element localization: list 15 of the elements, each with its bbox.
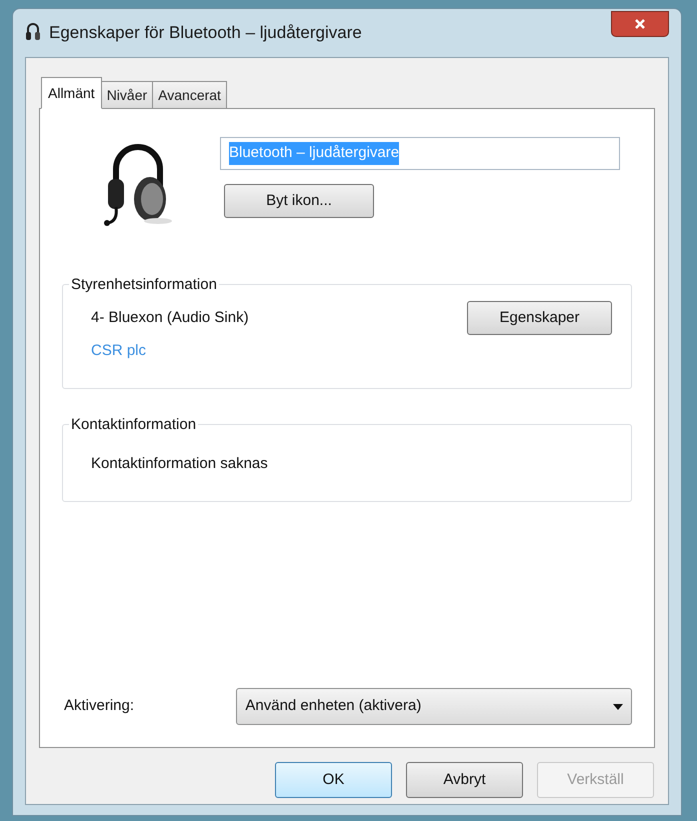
tab[interactable]: Avancerat [152,81,227,108]
close-button[interactable] [611,11,669,37]
caret-icon [613,704,623,710]
tab[interactable]: Allmänt [41,77,102,109]
window-title: Egenskaper för Bluetooth – ljudåtergivare [49,22,363,44]
activation-label: Aktivering: [63,696,136,716]
activation-dropdown[interactable]: Använd enheten (aktivera) [236,688,632,725]
button[interactable]: Avbryt [406,762,523,798]
button[interactable]: OK [275,762,392,798]
close-icon [634,18,646,30]
properties-button[interactable]: Egenskaper [467,301,612,335]
device-name: 4- Bluexon (Audio Sink) [91,308,249,328]
tab[interactable]: Nivåer [100,81,154,108]
contact-status: Kontaktinformation saknas [91,454,268,474]
change-icon-button[interactable]: Byt ikon... [224,184,374,218]
